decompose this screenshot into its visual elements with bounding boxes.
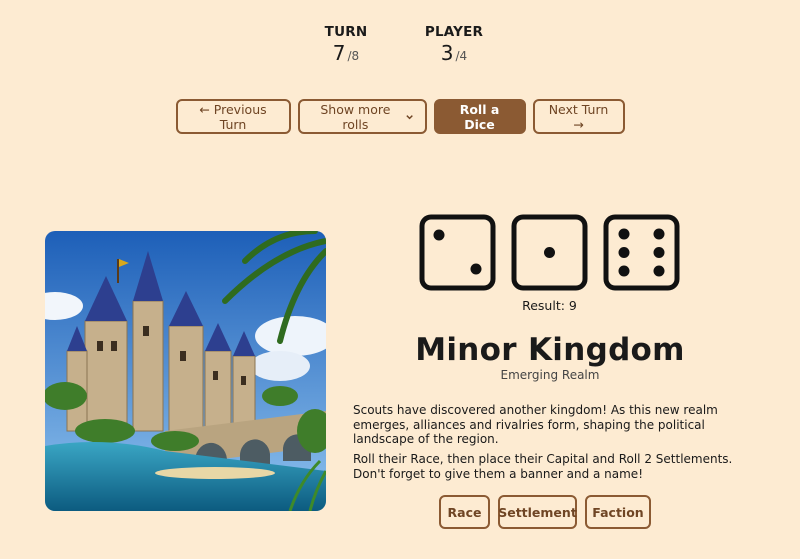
turn-total: /8 (347, 49, 360, 63)
castle-illustration (45, 231, 326, 511)
die-icon-2 (419, 214, 496, 291)
next-turn-button[interactable]: Next Turn → (532, 99, 625, 134)
die-icon-1 (511, 214, 588, 291)
card-instructions: Roll their Race, then place their Capita… (353, 452, 733, 481)
card-subtitle: Emerging Realm (500, 368, 600, 382)
dice-result: Result: 9 (522, 298, 577, 313)
turn-value: 7 (332, 41, 346, 65)
turn-counter: TURN 7/8 (316, 24, 376, 65)
die-icon-6 (603, 214, 680, 291)
show-more-rolls-label: Show more rolls (320, 101, 391, 132)
player-value-wrap: 3/4 (424, 41, 484, 65)
previous-turn-button[interactable]: ← Previous Turn (175, 99, 291, 134)
castle-image (45, 231, 326, 511)
race-button[interactable]: Race (439, 495, 490, 529)
settlement-button[interactable]: Settlement (498, 495, 577, 529)
roll-dice-button[interactable]: Roll a Dice (433, 99, 526, 134)
player-counter: PLAYER 3/4 (424, 24, 484, 65)
turn-value-wrap: 7/8 (316, 41, 376, 65)
card-title: Minor Kingdom (415, 332, 685, 368)
show-more-rolls-button[interactable]: Show more rolls (297, 99, 427, 134)
player-value: 3 (440, 41, 454, 65)
player-label: PLAYER (424, 24, 484, 40)
turn-info: TURN 7/8 PLAYER 3/4 (0, 24, 800, 65)
dice-row (419, 214, 680, 291)
player-total: /4 (455, 49, 468, 63)
toolbar: ← Previous Turn Show more rolls Roll a D… (0, 99, 800, 134)
chevron-down-icon (406, 114, 414, 119)
action-buttons: Race Settlement Faction (439, 495, 651, 529)
faction-button[interactable]: Faction (585, 495, 651, 529)
card-description: Scouts have discovered another kingdom! … (353, 403, 718, 446)
turn-label: TURN (324, 24, 368, 40)
